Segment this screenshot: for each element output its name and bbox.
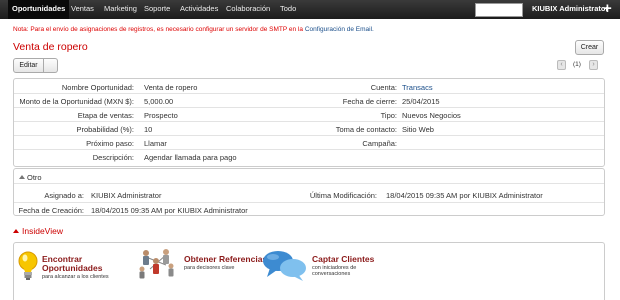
card-referencias-title[interactable]: Obtener Referencias [184, 255, 267, 264]
row-divider [14, 149, 604, 150]
otro-header-label: Otro [27, 173, 42, 182]
row-divider [14, 183, 604, 184]
chat-bubbles-icon [263, 251, 306, 281]
nombre-label: Nombre Oportunidad: [61, 83, 134, 92]
detail-panel: Nombre Oportunidad: Venta de ropero Cuen… [13, 78, 605, 167]
create-button[interactable]: Crear [575, 40, 604, 55]
proximo-paso-label: Próximo paso: [86, 139, 134, 148]
email-config-link[interactable]: Configuración de Email. [305, 26, 374, 33]
monto-label: Monto de la Oportunidad (MXN $): [19, 97, 134, 106]
descripcion-value: Agendar llamada para pago [144, 153, 237, 162]
nav-item-actividades[interactable]: Actividades [180, 0, 218, 19]
toma-contacto-value: Sitio Web [402, 125, 434, 134]
otro-panel: Otro Asignado a: KIUBIX Administrator Úl… [13, 168, 605, 216]
cuenta-label: Cuenta: [370, 83, 397, 92]
fecha-creacion-label: Fecha de Creación: [18, 206, 84, 215]
collapse-triangle-icon [19, 175, 25, 179]
lightbulb-icon [18, 251, 38, 280]
previous-record-button[interactable]: ‹ [557, 60, 566, 70]
card-captar-subtitle-line2: conversaciones [312, 271, 351, 277]
edit-button[interactable]: Editar [13, 58, 44, 73]
ultima-modificacion-label: Última Modificación: [309, 191, 377, 200]
row-divider [14, 107, 604, 108]
otro-section-toggle[interactable]: Otro [19, 173, 42, 182]
asignado-value: KIUBIX Administrator [91, 191, 162, 200]
card-encontrar-title-line2[interactable]: Oportunidades [42, 264, 102, 273]
asignado-label: Asignado a: [44, 191, 84, 200]
cuenta-link[interactable]: Transacs [402, 83, 433, 92]
smtp-notice-text: Nota: Para el envío de asignaciones de r… [13, 26, 305, 33]
etapa-label: Etapa de ventas: [77, 111, 134, 120]
fecha-cierre-label: Fecha de cierre: [342, 97, 397, 106]
card-referencias-subtitle: para decisores clave [184, 265, 235, 271]
descripcion-label: Descripción: [92, 153, 134, 162]
pager-count: (1) [573, 61, 581, 68]
row-divider [14, 93, 604, 94]
edit-dropdown-button[interactable] [44, 58, 58, 73]
smtp-notice: Nota: Para el envío de asignaciones de r… [13, 26, 374, 33]
row-divider [14, 121, 604, 122]
row-divider [14, 202, 604, 203]
nav-item-oportunidades[interactable]: Oportunidades [8, 0, 70, 19]
nombre-value: Venta de ropero [144, 83, 198, 92]
people-network-icon [139, 249, 174, 279]
page-title: Venta de ropero [13, 41, 88, 53]
nav-item-todo[interactable]: Todo [280, 0, 296, 19]
etapa-value: Prospecto [144, 111, 178, 120]
nav-item-colaboracion[interactable]: Colaboración [226, 0, 270, 19]
nav-item-marketing[interactable]: Marketing [104, 0, 137, 19]
collapse-triangle-icon [13, 229, 19, 233]
insideview-toggle[interactable]: InsideView [13, 226, 63, 236]
insideview-title: InsideView [22, 226, 63, 236]
tipo-label: Tipo: [380, 111, 397, 120]
monto-value: 5,000.00 [144, 97, 174, 106]
fecha-creacion-value: 18/04/2015 09:35 AM por KIUBIX Administr… [91, 206, 248, 215]
plus-icon[interactable]: + [603, 1, 612, 17]
nav-item-ventas[interactable]: Ventas [71, 0, 94, 19]
probabilidad-value: 10 [144, 125, 153, 134]
probabilidad-label: Probabilidad (%): [76, 125, 134, 134]
card-captar-title[interactable]: Captar Clientes [312, 255, 374, 264]
ultima-modificacion-value: 18/04/2015 09:35 AM por KIUBIX Administr… [386, 191, 543, 200]
next-record-button[interactable]: › [589, 60, 598, 70]
proximo-paso-value: Llamar [144, 139, 167, 148]
user-menu[interactable]: KIUBIX Administrator [532, 0, 608, 18]
toma-contacto-label: Toma de contacto: [335, 125, 397, 134]
nav-item-soporte[interactable]: Soporte [144, 0, 170, 19]
tipo-value: Nuevos Negocios [402, 111, 461, 120]
row-divider [14, 135, 604, 136]
card-encontrar-subtitle: para alcanzar a los clientes [42, 274, 109, 280]
top-nav-bar: Oportunidades Ventas Marketing Soporte A… [0, 0, 620, 19]
fecha-cierre-value: 25/04/2015 [402, 97, 440, 106]
campana-label: Campaña: [362, 139, 397, 148]
search-input[interactable] [475, 3, 523, 17]
